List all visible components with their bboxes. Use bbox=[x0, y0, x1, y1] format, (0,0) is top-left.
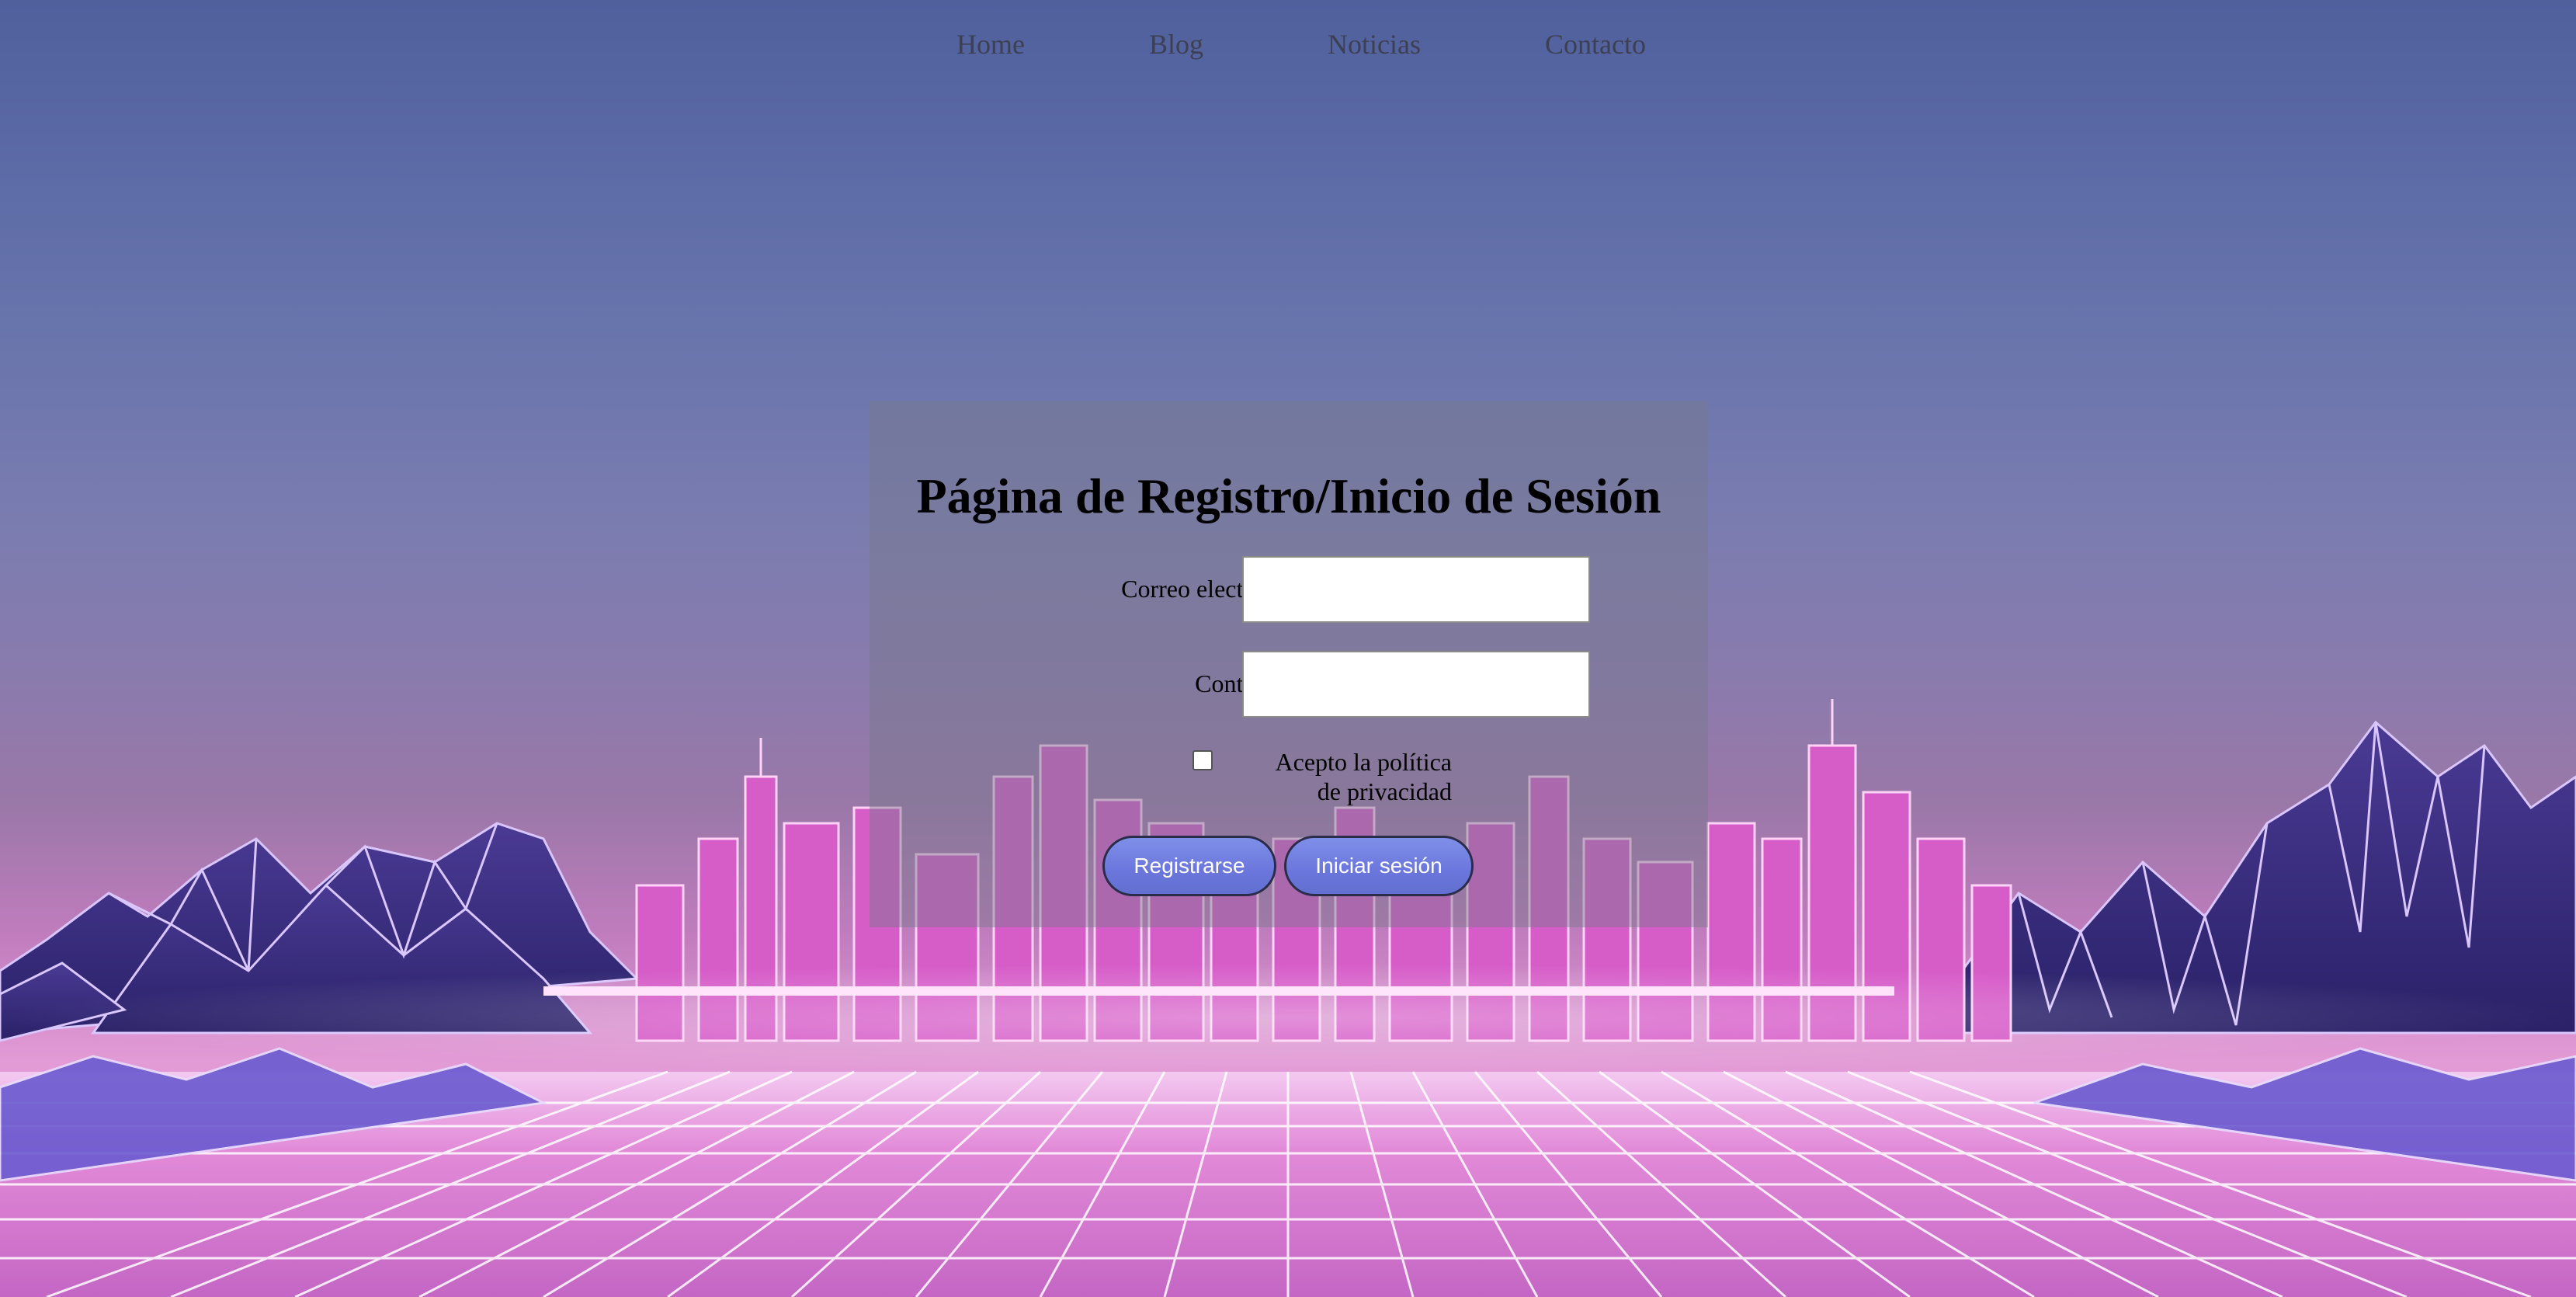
nav-blog-link[interactable]: Blog bbox=[1149, 28, 1203, 61]
register-button[interactable]: Registrarse bbox=[1102, 836, 1276, 896]
privacy-checkbox[interactable] bbox=[1193, 750, 1213, 770]
auth-panel: Página de Registro/Inicio de Sesión Corr… bbox=[870, 401, 1708, 927]
top-nav: Home Blog Noticias Contacto bbox=[0, 28, 2576, 67]
nav-contacto-link[interactable]: Contacto bbox=[1545, 28, 1646, 61]
email-field[interactable] bbox=[1242, 556, 1590, 623]
page-title: Página de Registro/Inicio de Sesión bbox=[916, 468, 1661, 523]
nav-noticias-link[interactable]: Noticias bbox=[1328, 28, 1421, 61]
privacy-label-line1: Acepto la política bbox=[1275, 748, 1452, 776]
login-button[interactable]: Iniciar sesión bbox=[1284, 836, 1474, 896]
privacy-label-line2: de privacidad bbox=[1317, 777, 1452, 805]
password-field[interactable] bbox=[1242, 651, 1590, 718]
privacy-label: Acepto la política de privacidad bbox=[1219, 747, 1452, 806]
nav-home-link[interactable]: Home bbox=[956, 28, 1025, 61]
